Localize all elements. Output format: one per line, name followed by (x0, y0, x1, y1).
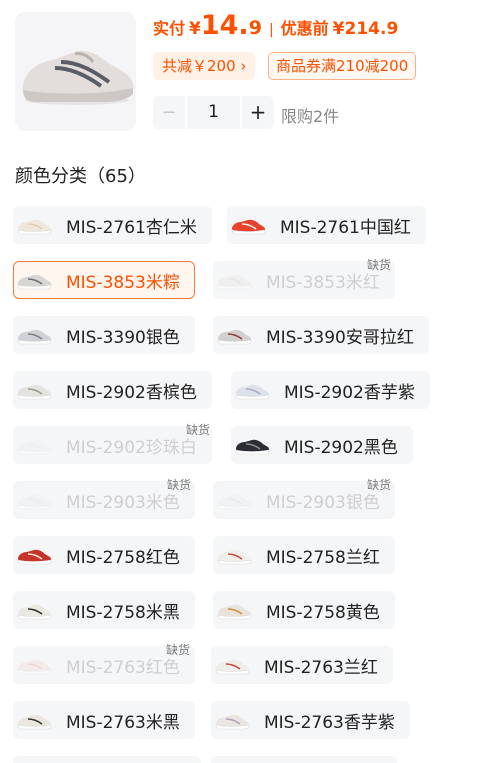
color-option-partial[interactable] (13, 756, 201, 763)
out-of-stock-badge: 缺货 (166, 643, 191, 657)
color-option-label: MIS-2903米色 (66, 492, 180, 513)
price-separator: | (268, 22, 274, 38)
color-option-label: MIS-2763兰红 (264, 657, 378, 678)
currency-symbol: ¥ (189, 19, 201, 39)
shoe-thumbnail-icon (217, 329, 252, 345)
coupon-chip[interactable]: 商品券满210减200 (268, 52, 417, 80)
shoe-thumbnail-icon (17, 329, 52, 345)
color-option[interactable]: MIS-3390安哥拉红 (213, 316, 429, 354)
color-option[interactable]: MIS-2758红色 (13, 536, 195, 574)
shoe-thumbnail-icon (215, 659, 250, 675)
shoe-thumbnail-icon (17, 219, 52, 235)
increase-quantity-button[interactable]: + (242, 96, 274, 129)
shoe-thumbnail-icon (235, 439, 270, 455)
shoe-thumbnail-icon (217, 274, 252, 290)
shoe-thumbnail-icon (217, 549, 252, 565)
color-option[interactable]: MIS-2758黄色 (213, 591, 395, 629)
out-of-stock-badge: 缺货 (367, 478, 392, 492)
color-option-label: MIS-2902香芋紫 (284, 382, 415, 403)
color-option-partial[interactable] (211, 756, 397, 763)
color-option[interactable]: MIS-2761中国红 (227, 206, 426, 244)
color-option[interactable]: MIS-3390银色 (13, 316, 195, 354)
out-of-stock-badge: 缺货 (167, 478, 192, 492)
color-option-label: MIS-2761中国红 (280, 217, 411, 238)
shoe-thumbnail-icon (217, 604, 252, 620)
out-of-stock-badge: 缺货 (186, 423, 211, 437)
color-option-label: MIS-2763香芋紫 (264, 712, 395, 733)
total-discount-chip[interactable]: 共减￥200 › (153, 52, 256, 80)
color-option-label: MIS-3853米粽 (66, 272, 180, 293)
color-option-label: MIS-3390安哥拉红 (266, 327, 414, 348)
color-option-label: MIS-2902珍珠白 (66, 437, 197, 458)
color-option-label: MIS-2758米黑 (66, 602, 180, 623)
color-option-label: MIS-2758黄色 (266, 602, 380, 623)
color-option-label: MIS-2758兰红 (266, 547, 380, 568)
color-option[interactable]: MIS-2763香芋紫 (211, 701, 410, 739)
color-option-disabled: MIS-2902珍珠白 (13, 426, 212, 464)
color-option-label: MIS-2903银色 (266, 492, 380, 513)
shoe-thumbnail-icon (231, 219, 266, 235)
shoe-thumbnail-icon (17, 494, 52, 510)
original-price: ¥214.9 (332, 19, 399, 39)
color-option-label: MIS-3390银色 (66, 327, 180, 348)
quantity-stepper: − 1 + (153, 96, 274, 129)
color-option[interactable]: MIS-2763米黑 (13, 701, 195, 739)
color-option-selected[interactable]: MIS-3853米粽 (13, 261, 195, 299)
color-option-label: MIS-2763红色 (66, 657, 180, 678)
final-price-decimal: 9 (248, 17, 262, 39)
shoe-thumbnail-icon (17, 604, 52, 620)
color-category-title: 颜色分类（65） (15, 166, 146, 187)
final-price-integer: 14. (200, 10, 249, 41)
final-price-label: 实付 (153, 19, 186, 38)
color-option-label: MIS-2763米黑 (66, 712, 180, 733)
color-option[interactable]: MIS-2761杏仁米 (13, 206, 212, 244)
shoe-thumbnail-icon (17, 659, 52, 675)
shoe-thumbnail-icon (17, 439, 52, 455)
shoe-thumbnail-icon (17, 714, 52, 730)
color-option[interactable]: MIS-2763兰红 (211, 646, 393, 684)
quantity-input[interactable]: 1 (185, 96, 242, 129)
color-option[interactable]: MIS-2758兰红 (213, 536, 395, 574)
original-price-label: 优惠前 (280, 19, 329, 38)
color-option-label: MIS-2761杏仁米 (66, 217, 197, 238)
shoe-thumbnail-icon (215, 714, 250, 730)
color-option-label: MIS-3853米红 (266, 272, 380, 293)
decrease-quantity-button[interactable]: − (153, 96, 185, 129)
shoe-thumbnail-icon (217, 494, 252, 510)
shoe-thumbnail-icon (17, 549, 52, 565)
product-thumbnail[interactable] (15, 12, 136, 131)
price-row: 实付 ¥ 14. 9 | 优惠前 ¥214.9 (153, 10, 398, 50)
color-option[interactable]: MIS-2758米黑 (13, 591, 195, 629)
color-option[interactable]: MIS-2902香槟色 (13, 371, 212, 409)
color-option-label: MIS-2902黑色 (284, 437, 398, 458)
color-option-label: MIS-2758红色 (66, 547, 180, 568)
out-of-stock-badge: 缺货 (367, 258, 392, 272)
shoe-thumbnail-icon (235, 384, 270, 400)
product-shoe-image (22, 50, 134, 105)
color-option-label: MIS-2902香槟色 (66, 382, 197, 403)
purchase-limit-text: 限购2件 (281, 107, 340, 126)
color-option[interactable]: MIS-2902香芋紫 (231, 371, 430, 409)
color-option[interactable]: MIS-2902黑色 (231, 426, 413, 464)
shoe-thumbnail-icon (17, 384, 52, 400)
shoe-thumbnail-icon (17, 274, 52, 290)
